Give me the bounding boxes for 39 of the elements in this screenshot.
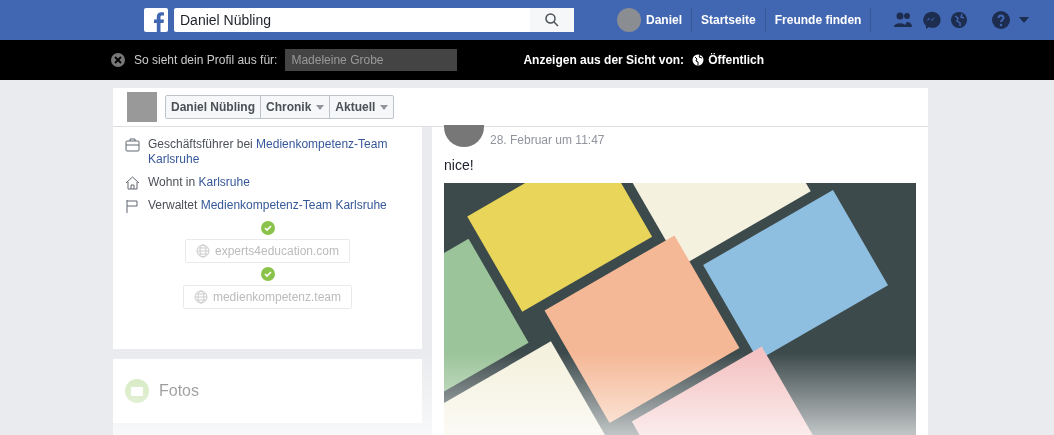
globe-icon bbox=[193, 290, 208, 304]
profile-name-tab[interactable]: Daniel Nübling bbox=[166, 96, 261, 118]
profile-link[interactable]: Daniel bbox=[608, 8, 692, 32]
dropdown-menu[interactable]: Aktuell bbox=[330, 96, 394, 118]
caret-icon bbox=[380, 104, 389, 110]
view-from-label: Anzeigen aus der Sicht von: bbox=[523, 53, 685, 67]
briefcase-icon bbox=[125, 138, 140, 152]
audience-button[interactable]: Öffentlich bbox=[692, 53, 765, 67]
flag-icon bbox=[125, 199, 140, 213]
globe-icon bbox=[692, 54, 705, 66]
nav-link[interactable]: Freunde finden bbox=[765, 8, 872, 32]
help-icon[interactable] bbox=[991, 10, 1012, 30]
nav-link[interactable]: Startseite bbox=[692, 8, 766, 32]
photo-icon bbox=[125, 379, 149, 403]
intro-text: Wohnt in Karlsruhe bbox=[148, 175, 250, 190]
intro-text: Verwaltet Medienkompetenz-Team Karlsruhe bbox=[148, 198, 387, 213]
photo-placeholder[interactable] bbox=[444, 183, 916, 435]
post-time[interactable]: 28. Februar um 11:47 bbox=[490, 133, 605, 147]
avatar-icon bbox=[617, 8, 641, 32]
caret-icon[interactable] bbox=[1019, 17, 1030, 23]
messenger-icon[interactable] bbox=[921, 10, 942, 30]
search-icon bbox=[545, 13, 559, 27]
house-icon bbox=[125, 176, 140, 190]
photos-title: Fotos bbox=[159, 382, 199, 400]
globe-icon bbox=[195, 244, 210, 258]
globe-icon[interactable] bbox=[949, 10, 970, 30]
avatar-placeholder bbox=[444, 125, 484, 147]
viewer-field[interactable]: Madeleine Grobe bbox=[285, 49, 458, 71]
search-field[interactable]: Daniel Nübling bbox=[174, 8, 530, 32]
view-as-label: So sieht dein Profil aus für: bbox=[134, 53, 278, 67]
close-icon[interactable] bbox=[110, 52, 126, 68]
logo-icon[interactable] bbox=[144, 8, 168, 32]
avatar-placeholder bbox=[127, 92, 157, 122]
search-button[interactable] bbox=[530, 8, 574, 32]
intro-text: Geschäftsführer bei Medienkompetenz-Team Karlsruhe bbox=[148, 137, 389, 167]
friends-icon[interactable] bbox=[893, 10, 914, 30]
dropdown-menu[interactable]: Chronik bbox=[261, 96, 331, 118]
post-text: nice! bbox=[444, 157, 475, 173]
caret-icon bbox=[316, 104, 325, 110]
